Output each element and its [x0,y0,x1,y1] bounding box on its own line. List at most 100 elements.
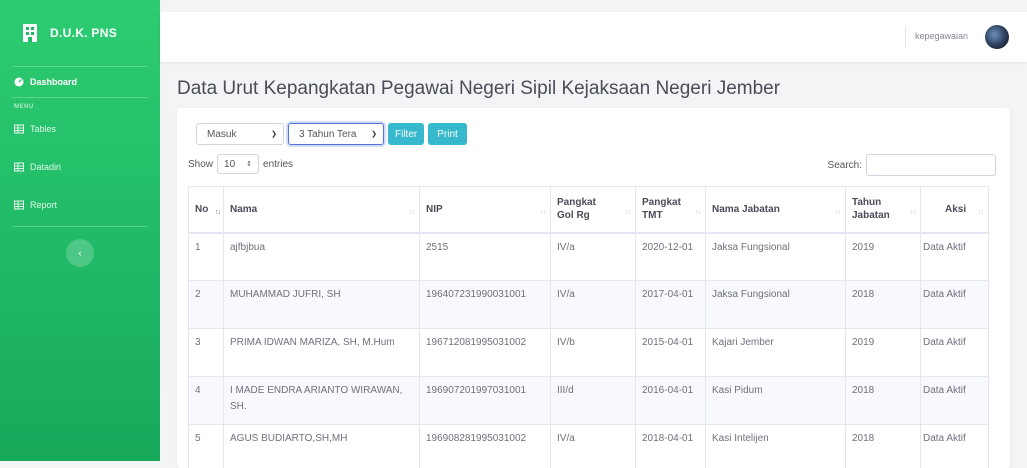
sort-icon: ↑↓ [625,209,630,216]
column-header-aksi[interactable]: Aksi ↑↓ [921,187,989,233]
sidebar-item-dashboard[interactable]: Dashboard [0,67,160,97]
table-icon [14,162,24,172]
dashboard-icon [14,77,24,87]
cell-tahun-jabatan: 2018 [846,425,921,468]
entries-select[interactable]: 10 ⇕ [217,154,259,174]
print-button[interactable]: Print [428,123,467,145]
period-select[interactable]: 3 Tahun Tera ❯ [288,123,384,145]
cell-aksi[interactable]: Data Aktif [921,233,989,281]
column-header-pangkat-tmt[interactable]: Pangkat TMT↑↓ [636,187,706,233]
brand-name: D.U.K. PNS [50,26,117,40]
table-row: 5 AGUS BUDIARTO,SH,MH 196908281995031002… [189,425,989,468]
table-icon [14,124,24,134]
filter-button[interactable]: Filter [388,123,424,145]
cell-aksi[interactable]: Data Aktif [921,377,989,425]
sort-icon: ↑↓ [835,209,840,216]
cell-nip: 196908281995031002 [420,425,551,468]
sort-icon: ↑↓ [695,209,700,216]
cell-pangkat-tmt: 2017-04-01 [636,281,706,329]
column-header-label: Pangkat Gol Rg [557,196,601,222]
cell-nama: PRIMA IDWAN MARIZA, SH, M.Hum [224,329,420,377]
sidebar-item-label: Datadiri [30,162,61,172]
cell-no: 5 [189,425,224,468]
column-header-label: Aksi [927,204,966,215]
cell-aksi[interactable]: Data Aktif [921,425,989,468]
cell-no: 2 [189,281,224,329]
table-row: 3 PRIMA IDWAN MARIZA, SH, M.Hum 19671208… [189,329,989,377]
filter-bar: Masuk ❯ 3 Tahun Tera ❯ Filter Print [196,123,467,145]
sidebar-item-label: Tables [30,124,56,134]
cell-tahun-jabatan: 2018 [846,377,921,425]
sort-icon: ↑↓ [910,209,915,216]
column-header-nama[interactable]: Nama↑↓ [224,187,420,233]
data-table: No↑↓ Nama↑↓ NIP↑↓ Pangkat Gol Rg↑↓ Pangk… [188,186,989,468]
status-select[interactable]: Masuk ❯ [196,123,284,145]
entries-control: Show 10 ⇕ entries [188,154,293,174]
table-row: 2 MUHAMMAD JUFRI, SH 196407231990031001 … [189,281,989,329]
sidebar-brand[interactable]: D.U.K. PNS [0,0,160,66]
topbar-divider [905,26,906,48]
sidebar-divider [12,226,148,227]
building-icon [22,24,38,42]
cell-no: 4 [189,377,224,425]
cell-nama: ajfbjbua [224,233,420,281]
cell-nama-jabatan: Jaksa Fungsional [706,233,846,281]
cell-pangkat-tmt: 2018-04-01 [636,425,706,468]
table-header-row: No↑↓ Nama↑↓ NIP↑↓ Pangkat Gol Rg↑↓ Pangk… [189,187,989,233]
column-header-pangkat-gol[interactable]: Pangkat Gol Rg ↑↓ [551,187,636,233]
avatar[interactable] [985,25,1009,49]
column-header-nip[interactable]: NIP↑↓ [420,187,551,233]
topbar: kepegawaian [160,12,1027,62]
sort-icon: ↑↓ [540,209,545,216]
sort-icon: ↑↓ [409,209,414,216]
data-card: Masuk ❯ 3 Tahun Tera ❯ Filter Print Show… [177,108,1010,468]
cell-aksi[interactable]: Data Aktif [921,281,989,329]
sidebar: D.U.K. PNS Dashboard MENU Tables Datadir… [0,0,160,461]
cell-tahun-jabatan: 2019 [846,233,921,281]
cell-tahun-jabatan: 2019 [846,329,921,377]
sidebar-toggle-button[interactable]: ‹ [66,239,94,267]
cell-pangkat-gol: IV/a [551,425,636,468]
cell-nama-jabatan: Kajari Jember [706,329,846,377]
table-row: 4 I MADE ENDRA ARIANTO WIRAWAN, SH. 1969… [189,377,989,425]
column-header-label: Nama Jabatan [712,204,780,215]
cell-tahun-jabatan: 2018 [846,281,921,329]
cell-pangkat-gol: IV/b [551,329,636,377]
sidebar-item-report[interactable]: Report [0,188,160,222]
cell-aksi[interactable]: Data Aktif [921,329,989,377]
chevron-down-icon: ❯ [371,130,377,138]
sidebar-item-label: Dashboard [30,77,77,87]
column-header-label: Tahun Jabatan [852,196,892,222]
status-select-value: Masuk [207,129,236,140]
cell-nip: 196907201997031001 [420,377,551,425]
entries-label: entries [263,159,293,170]
search-label: Search: [828,160,862,171]
cell-no: 1 [189,233,224,281]
cell-nama-jabatan: Jaksa Fungsional [706,281,846,329]
cell-pangkat-tmt: 2016-04-01 [636,377,706,425]
sidebar-item-tables[interactable]: Tables [0,112,160,146]
column-header-no[interactable]: No↑↓ [189,187,224,233]
cell-pangkat-gol: IV/a [551,281,636,329]
cell-pangkat-gol: III/d [551,377,636,425]
cell-nama-jabatan: Kasi Intelijen [706,425,846,468]
cell-pangkat-tmt: 2020-12-01 [636,233,706,281]
cell-nip: 196407231990031001 [420,281,551,329]
column-header-label: No [195,204,208,215]
column-header-nama-jabatan[interactable]: Nama Jabatan ↑↓ [706,187,846,233]
cell-no: 3 [189,329,224,377]
user-name[interactable]: kepegawaian [915,31,968,41]
sort-icon: ↑↓ [978,209,983,216]
sidebar-item-datadiri[interactable]: Datadiri [0,150,160,184]
page-title: Data Urut Kepangkatan Pegawai Negeri Sip… [177,78,780,100]
search-input[interactable] [866,154,996,176]
cell-nip: 2515 [420,233,551,281]
cell-nip: 196712081995031002 [420,329,551,377]
chevron-down-icon: ❯ [271,130,277,138]
sort-updown-icon: ⇕ [246,160,252,168]
cell-nama: I MADE ENDRA ARIANTO WIRAWAN, SH. [224,377,420,425]
column-header-tahun-jabatan[interactable]: Tahun Jabatan ↑↓ [846,187,921,233]
cell-nama: AGUS BUDIARTO,SH,MH [224,425,420,468]
cell-nama: MUHAMMAD JUFRI, SH [224,281,420,329]
table-icon [14,200,24,210]
